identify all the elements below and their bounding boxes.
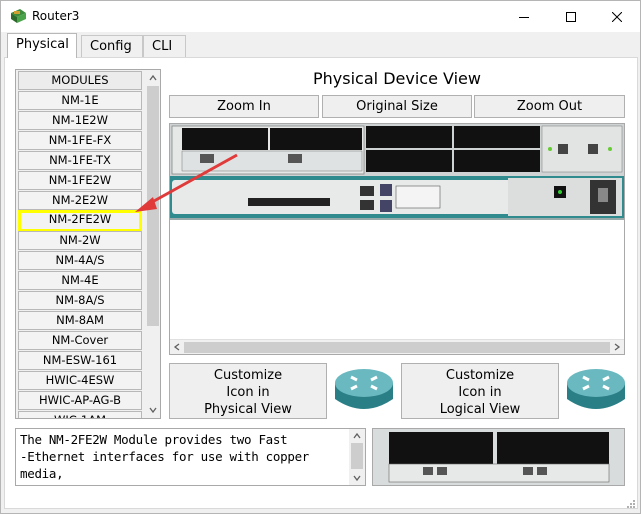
- customize-physical-icon-button[interactable]: Customize Icon in Physical View: [169, 363, 327, 419]
- module-item[interactable]: NM-ESW-161: [18, 351, 142, 370]
- module-list: MODULES NM-1E NM-1E2W NM-1FE-FX NM-1FE-T…: [15, 69, 161, 419]
- scrollbar-thumb[interactable]: [184, 342, 610, 353]
- module-item[interactable]: NM-1FE-TX: [18, 151, 142, 170]
- module-list-header: MODULES: [18, 71, 142, 90]
- tab-cli[interactable]: CLI: [143, 35, 186, 57]
- customize-logical-line1: Customize: [445, 368, 515, 383]
- customize-physical-line1: Customize: [213, 368, 283, 383]
- module-item[interactable]: HWIC-4ESW: [18, 371, 142, 390]
- minimize-button[interactable]: [501, 1, 547, 32]
- customize-logical-line3: Logical View: [439, 402, 521, 417]
- module-item[interactable]: NM-1E2W: [18, 111, 142, 130]
- module-item[interactable]: NM-Cover: [18, 331, 142, 350]
- customize-physical-line2: Icon in: [226, 385, 270, 400]
- scroll-down-icon[interactable]: [149, 406, 157, 414]
- customize-logical-line2: Icon in: [458, 385, 502, 400]
- window-title: Router3: [32, 9, 80, 23]
- customize-logical-icon-button[interactable]: Customize Icon in Logical View: [401, 363, 559, 419]
- scroll-up-icon[interactable]: [149, 74, 157, 82]
- router-icon: [335, 369, 393, 409]
- minimize-icon: [519, 16, 529, 18]
- scroll-left-icon[interactable]: [173, 343, 181, 351]
- customize-physical-line3: Physical View: [204, 402, 292, 417]
- resize-grip-icon[interactable]: [626, 499, 636, 509]
- module-item[interactable]: NM-8A/S: [18, 291, 142, 310]
- annotation-arrow-icon: [135, 153, 238, 212]
- scroll-down-icon[interactable]: [353, 474, 361, 482]
- module-item[interactable]: NM-2E2W: [18, 191, 142, 210]
- close-button[interactable]: [594, 1, 640, 32]
- description-scrollbar[interactable]: [349, 429, 365, 485]
- module-item[interactable]: HWIC-AP-AG-B: [18, 391, 142, 410]
- scroll-right-icon[interactable]: [613, 343, 621, 351]
- device-view-hscrollbar[interactable]: [170, 339, 624, 354]
- zoom-out-button[interactable]: Zoom Out: [474, 95, 625, 118]
- close-icon: [612, 11, 622, 22]
- module-description: The NM-2FE2W Module provides two Fast -E…: [15, 428, 366, 486]
- module-item[interactable]: WIC-1AM: [18, 411, 142, 418]
- router-icon: [567, 369, 625, 409]
- module-description-text: The NM-2FE2W Module provides two Fast -E…: [20, 432, 310, 485]
- module-item[interactable]: NM-2W: [18, 231, 142, 250]
- module-preview-image: [372, 428, 625, 486]
- module-item[interactable]: NM-1E: [18, 91, 142, 110]
- zoom-in-button[interactable]: Zoom In: [169, 95, 319, 118]
- original-size-button[interactable]: Original Size: [322, 95, 472, 118]
- maximize-icon: [566, 11, 576, 22]
- router-app-icon: [11, 9, 26, 23]
- module-item[interactable]: NM-4E: [18, 271, 142, 290]
- title-bar[interactable]: Router3: [1, 1, 640, 32]
- tab-config[interactable]: Config: [81, 35, 143, 57]
- module-item[interactable]: NM-1FE-FX: [18, 131, 142, 150]
- module-item[interactable]: NM-4A/S: [18, 251, 142, 270]
- router-window: Router3 Physical Config CLI MODULES NM-1…: [0, 0, 641, 514]
- module-item[interactable]: NM-8AM: [18, 311, 142, 330]
- module-item[interactable]: NM-1FE2W: [18, 171, 142, 190]
- tab-physical[interactable]: Physical: [7, 33, 77, 58]
- scrollbar-thumb[interactable]: [351, 443, 363, 469]
- module-preview-graphic: [373, 429, 624, 485]
- maximize-button[interactable]: [548, 1, 594, 32]
- physical-view-title: Physical Device View: [313, 69, 481, 88]
- module-item-selected[interactable]: NM-2FE2W: [18, 210, 142, 232]
- scroll-up-icon[interactable]: [353, 432, 361, 440]
- module-list-scrollbar[interactable]: [146, 70, 160, 418]
